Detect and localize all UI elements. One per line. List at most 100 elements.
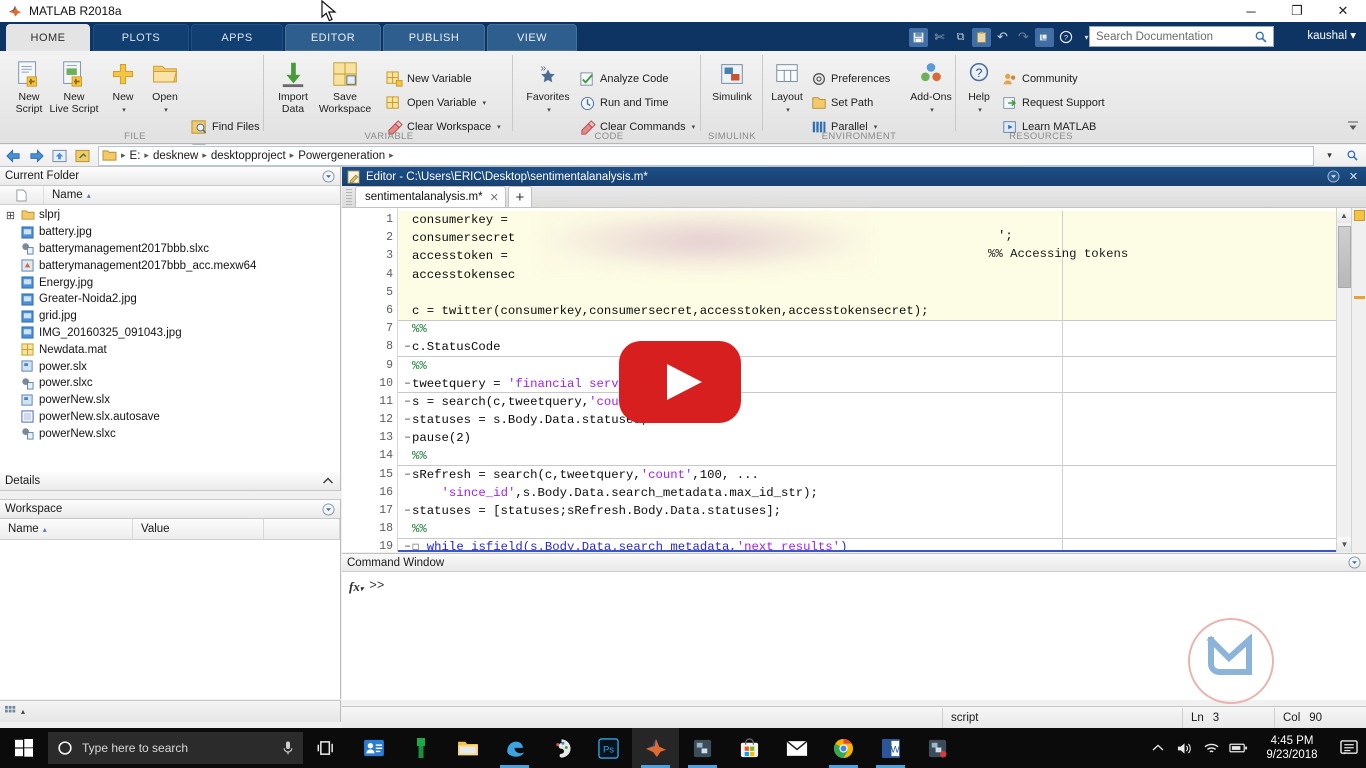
word-icon[interactable]: W: [867, 728, 914, 768]
code-line[interactable]: statuses = [statuses;sRefresh.Body.Data.…: [398, 502, 1336, 520]
run-and-time-button[interactable]: Run and Time: [579, 91, 671, 115]
editor-vertical-scrollbar[interactable]: ▲ ▼: [1336, 208, 1351, 552]
chevron-down-icon[interactable]: ▾: [1320, 146, 1339, 165]
list-item[interactable]: Newdata.mat: [0, 341, 340, 358]
search-documentation-field[interactable]: [1089, 26, 1274, 47]
taskbar-clock[interactable]: 4:45 PM 9/23/2018: [1252, 734, 1332, 762]
code-line[interactable]: %%: [398, 447, 1336, 465]
close-button[interactable]: ✕: [1320, 0, 1366, 22]
details-header[interactable]: Details: [0, 472, 340, 491]
new-button[interactable]: New▾: [101, 56, 145, 116]
code-line[interactable]: sRefresh = search(c,tweetquery,'count',1…: [398, 466, 1336, 484]
code-line[interactable]: consumerkey =: [398, 211, 1336, 229]
new-variable-button[interactable]: New Variable: [386, 67, 475, 91]
cut-icon[interactable]: ✄: [930, 28, 949, 47]
code-analyzer-strip[interactable]: [1351, 208, 1366, 552]
code-editor-area[interactable]: 1– 2– 3– 4– 5 6– 7 8– 9 10– 11– 12– 13– …: [342, 208, 1366, 552]
switch-window-icon[interactable]: [1035, 28, 1054, 47]
up-folder-icon[interactable]: [50, 146, 69, 165]
simulink-alt-icon[interactable]: [914, 728, 961, 768]
maximize-button[interactable]: ❐: [1274, 0, 1320, 22]
microphone-icon[interactable]: [282, 740, 294, 756]
code-line[interactable]: statuses = s.Body.Data.statuses;: [398, 411, 1336, 429]
mail-icon[interactable]: [773, 728, 820, 768]
panel-options-icon[interactable]: [321, 169, 335, 183]
code-line[interactable]: s = search(c,tweetquery,'count',100);: [398, 393, 1336, 411]
minimize-button[interactable]: ─: [1228, 0, 1274, 22]
code-line[interactable]: %%: [398, 520, 1336, 538]
chevron-down-icon[interactable]: ▾: [497, 123, 501, 131]
help-icon[interactable]: ?: [1056, 28, 1075, 47]
edge-browser-icon[interactable]: [491, 728, 538, 768]
code-line[interactable]: tweetquery = 'financial services';: [398, 375, 1336, 393]
current-folder-column-header[interactable]: Name ▴: [0, 186, 340, 205]
close-icon[interactable]: ✕: [1346, 169, 1361, 184]
paint-app-icon[interactable]: [538, 728, 585, 768]
chevron-up-icon[interactable]: [321, 474, 335, 488]
editor-tab-grip[interactable]: [346, 189, 352, 205]
save-workspace-button[interactable]: SaveWorkspace: [312, 56, 378, 115]
list-item[interactable]: batterymanagement2017bbb.slxc: [0, 241, 340, 258]
community-button[interactable]: Community: [1002, 67, 1081, 91]
workspace-column-extra[interactable]: [264, 519, 340, 539]
panel-options-icon[interactable]: [1347, 556, 1361, 570]
chevron-down-icon[interactable]: ▾: [692, 123, 696, 131]
request-support-button[interactable]: Request Support: [1002, 91, 1108, 115]
microsoft-store-icon[interactable]: [726, 728, 773, 768]
code-line[interactable]: accesstoken =: [398, 247, 1336, 265]
code-text-body[interactable]: consumerkey = consumersecret accesstoken…: [398, 208, 1336, 552]
close-icon[interactable]: ✕: [490, 191, 499, 204]
paste-icon[interactable]: [972, 28, 991, 47]
tab-apps[interactable]: APPS: [191, 24, 283, 51]
forward-arrow-icon[interactable]: [27, 146, 46, 165]
list-item[interactable]: Energy.jpg: [0, 274, 340, 291]
search-icon[interactable]: [1343, 146, 1362, 165]
simulink-taskbar-icon[interactable]: [679, 728, 726, 768]
set-path-button[interactable]: Set Path: [811, 91, 876, 115]
undo-icon[interactable]: ↶: [993, 28, 1012, 47]
user-account-menu[interactable]: kaushal ▾: [1307, 28, 1356, 42]
panel-resize-grip-icon[interactable]: [5, 705, 19, 718]
list-item[interactable]: battery.jpg: [0, 224, 340, 241]
save-icon[interactable]: [909, 28, 928, 47]
chevron-up-icon[interactable]: ▴: [21, 707, 25, 716]
analyze-code-button[interactable]: Analyze Code: [579, 67, 672, 91]
workspace-column-value[interactable]: Value: [133, 519, 264, 539]
copy-icon[interactable]: ⧉: [951, 28, 970, 47]
list-item[interactable]: powerNew.slx.autosave: [0, 409, 340, 426]
editor-tab-sentimentalanalysis[interactable]: sentimentalanalysis.m* ✕: [355, 186, 506, 207]
wifi-icon[interactable]: [1198, 728, 1225, 768]
workspace-column-header[interactable]: Name ▴ Value: [0, 519, 340, 540]
list-item[interactable]: Greater-Noida2.jpg: [0, 291, 340, 308]
search-input[interactable]: [1090, 27, 1254, 46]
code-line[interactable]: accesstokensec: [398, 266, 1336, 284]
panel-options-icon[interactable]: [1326, 169, 1341, 184]
scrollbar-thumb[interactable]: [1338, 226, 1351, 288]
simulink-button[interactable]: Simulink: [706, 56, 758, 104]
battery-icon[interactable]: [1225, 728, 1252, 768]
list-item[interactable]: grid.jpg: [0, 308, 340, 325]
green-app-icon[interactable]: [397, 728, 444, 768]
expand-toggle-icon[interactable]: ⊞: [5, 209, 16, 222]
new-live-script-button[interactable]: NewLive Script: [48, 56, 100, 115]
matlab-taskbar-icon[interactable]: [632, 728, 679, 768]
favorites-button[interactable]: » Favorites▾: [517, 56, 579, 116]
tab-plots[interactable]: PLOTS: [93, 24, 189, 51]
analyzer-status-icon[interactable]: [1354, 210, 1365, 221]
tab-home[interactable]: HOME: [6, 24, 90, 51]
windows-start-icon[interactable]: [0, 728, 48, 768]
list-item[interactable]: ⊞slprj: [0, 207, 340, 224]
open-button[interactable]: Open▾: [143, 56, 187, 116]
action-center-icon[interactable]: [1332, 728, 1366, 768]
tab-publish[interactable]: PUBLISH: [383, 24, 485, 51]
new-tab-button[interactable]: +: [508, 186, 532, 207]
volume-icon[interactable]: [1171, 728, 1198, 768]
list-item[interactable]: batterymanagement2017bbb_acc.mexw64: [0, 257, 340, 274]
workspace-column-name[interactable]: Name ▴: [0, 519, 133, 539]
panel-options-icon[interactable]: [321, 502, 335, 516]
taskbar-search-box[interactable]: Type here to search: [48, 732, 303, 764]
code-line[interactable]: c = twitter(consumerkey,consumersecret,a…: [398, 302, 1336, 320]
analyzer-marker[interactable]: [1354, 296, 1365, 299]
add-ons-button[interactable]: Add-Ons▾: [907, 56, 955, 116]
breadcrumb-item-3[interactable]: Powergeneration: [296, 150, 387, 162]
